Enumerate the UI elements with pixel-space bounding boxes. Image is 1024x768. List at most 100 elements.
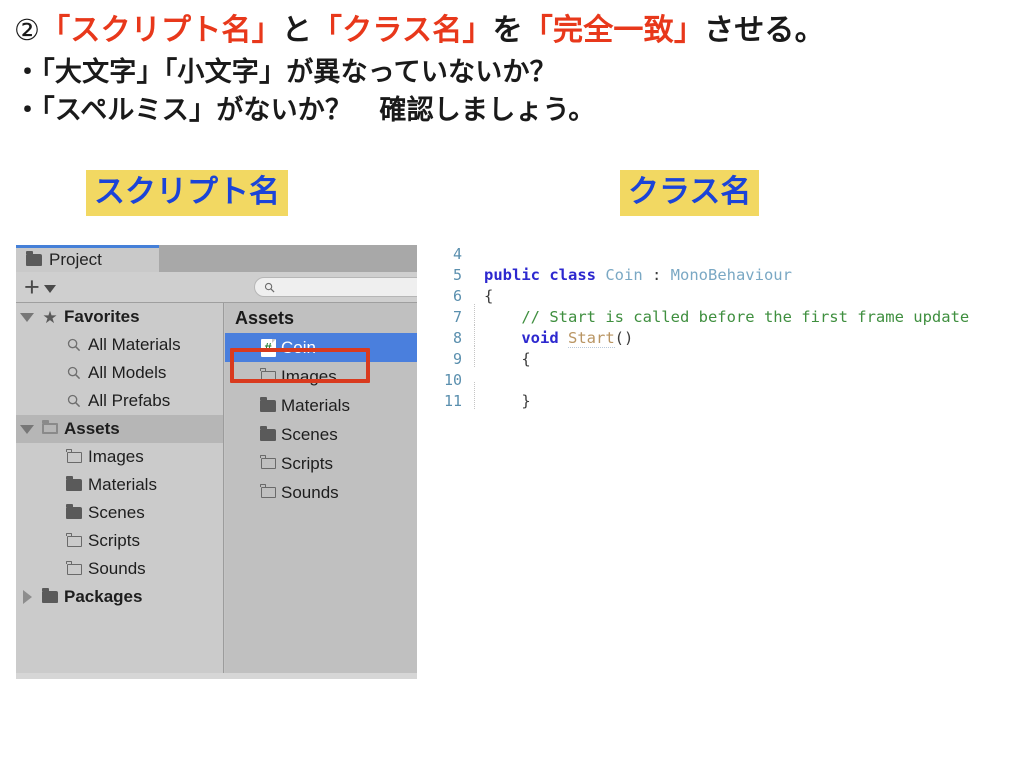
search-icon — [264, 282, 275, 293]
code-line-number: 5 — [452, 266, 462, 284]
tree-item-all-prefabs[interactable]: All Prefabs — [16, 387, 223, 415]
tree-item-images[interactable]: Images — [16, 443, 223, 471]
tree-item-assets[interactable]: Assets — [16, 415, 223, 443]
asset-row-icon — [255, 396, 281, 412]
code-line-number: 4 — [452, 245, 462, 263]
create-asset-button[interactable]: + — [24, 272, 56, 302]
heading-seg-exact-match: 「完全一致」 — [522, 14, 705, 47]
tree-twisty-collapsed[interactable] — [16, 590, 38, 604]
code-line-number: 6 — [452, 287, 462, 305]
asset-list[interactable]: # Coin Images Materials Scenes Scripts Sounds — [225, 333, 417, 507]
tree-item-all-materials[interactable]: All Materials — [16, 331, 223, 359]
code-line-number: 10 — [443, 371, 462, 389]
code-line-text[interactable]: void Start() — [462, 325, 634, 349]
tree-item-scripts[interactable]: Scripts — [16, 527, 223, 555]
search-icon — [67, 338, 81, 352]
folder-open-icon — [42, 420, 58, 435]
unity-project-panel: Project + ★ Favorites All Materials All Mod… — [16, 245, 417, 679]
code-line-number: 11 — [443, 392, 462, 410]
asset-row-icon — [255, 368, 281, 382]
folder-icon — [26, 251, 42, 266]
code-token-plain: { — [484, 287, 494, 305]
code-token-type: MonoBehaviour — [670, 266, 792, 284]
tree-item-scenes[interactable]: Scenes — [16, 499, 223, 527]
asset-row-label: Coin — [281, 337, 316, 357]
indent-guide — [474, 325, 475, 346]
asset-row-label: Scripts — [281, 453, 333, 473]
caption-class-name: クラス名 — [620, 170, 760, 216]
tree-item-icon — [62, 338, 86, 352]
code-line: 8 void Start() — [428, 325, 1024, 349]
code-token-kw: void — [521, 329, 559, 347]
search-field[interactable] — [254, 277, 417, 297]
folder-outline-icon — [65, 532, 82, 547]
code-line-text[interactable]: // Start is called before the first fram… — [462, 304, 970, 328]
code-token-kw: public class — [484, 266, 606, 284]
panel-footer — [16, 673, 417, 679]
code-token-plain: () — [614, 329, 634, 347]
tree-item-materials[interactable]: Materials — [16, 471, 223, 499]
project-list-pane[interactable]: Assets # Coin Images Materials Scenes Scripts… — [225, 303, 417, 673]
code-line-text[interactable]: } — [462, 388, 531, 412]
tree-item-sounds[interactable]: Sounds — [16, 555, 223, 583]
code-line: 9 { — [428, 346, 1024, 370]
code-token-type: Coin — [605, 266, 643, 284]
heading-seg-script-name: 「スクリプト名」 — [40, 14, 282, 47]
tree-item-packages[interactable]: Packages — [16, 583, 223, 611]
indent-guide — [474, 304, 475, 325]
indent-guide — [474, 346, 475, 367]
code-line-number: 8 — [452, 329, 462, 347]
project-tree-pane[interactable]: ★ Favorites All Materials All Models All Pre… — [16, 303, 224, 673]
triangle-right-icon — [22, 590, 32, 604]
code-editor[interactable]: 4 5 public class Coin : MonoBehaviour 6{7 /… — [428, 244, 1024, 414]
tab-project-label: Project — [49, 250, 102, 269]
code-line-text[interactable]: { — [462, 286, 493, 307]
tree-twisty-expanded[interactable] — [16, 312, 38, 322]
tree-twisty-expanded[interactable] — [16, 424, 38, 434]
code-line: 5 public class Coin : MonoBehaviour — [428, 265, 1024, 286]
tree-item-icon — [62, 448, 86, 463]
triangle-down-icon — [20, 312, 34, 322]
tree-item-label: Sounds — [88, 559, 146, 578]
bullet-2: ・「スペルミス」がないか？ 確認しましょう。 — [14, 94, 596, 125]
search-input[interactable] — [280, 279, 417, 295]
search-icon — [67, 366, 81, 380]
asset-row-icon — [255, 455, 281, 469]
tree-item-all-models[interactable]: All Models — [16, 359, 223, 387]
code-line: 10 — [428, 370, 1024, 403]
tree-item-icon — [62, 476, 86, 491]
asset-row-scenes[interactable]: Scenes — [225, 420, 417, 449]
code-token-punct: : — [642, 266, 671, 284]
tree-item-icon — [62, 394, 86, 408]
tree-item-icon — [62, 560, 86, 575]
asset-row-scripts[interactable]: Scripts — [225, 449, 417, 478]
tree-item-label: Packages — [64, 587, 143, 606]
asset-row-label: Images — [281, 366, 337, 386]
asset-row-materials[interactable]: Materials — [225, 391, 417, 420]
code-token-plain: } — [484, 392, 531, 410]
folder-outline-icon — [259, 484, 276, 498]
heading-seg-tail: させる。 — [704, 14, 825, 47]
plus-icon: + — [24, 272, 40, 302]
code-line: 4 — [428, 244, 1024, 265]
tree-item-label: Images — [88, 447, 144, 466]
star-icon: ★ — [42, 307, 58, 327]
asset-row-images[interactable]: Images — [225, 362, 417, 391]
code-line-text[interactable]: { — [462, 346, 531, 370]
code-line: 6{ — [428, 286, 1024, 307]
asset-row-label: Materials — [281, 395, 350, 415]
asset-row-icon — [255, 425, 281, 441]
code-token-plain: { — [484, 350, 531, 368]
folder-icon — [66, 504, 82, 519]
list-header: Assets — [235, 307, 295, 328]
asset-row-label: Scenes — [281, 424, 338, 444]
tree-item-favorites[interactable]: ★ Favorites — [16, 303, 223, 331]
asset-row-sounds[interactable]: Sounds — [225, 478, 417, 507]
code-line-text[interactable]: public class Coin : MonoBehaviour — [462, 265, 792, 286]
asset-row-coin[interactable]: # Coin — [225, 333, 417, 362]
tree-item-icon — [62, 366, 86, 380]
code-token-comment: // Start is called before the first fram… — [484, 308, 970, 326]
tree-item-label: Materials — [88, 475, 157, 494]
tab-project[interactable]: Project — [16, 245, 159, 272]
